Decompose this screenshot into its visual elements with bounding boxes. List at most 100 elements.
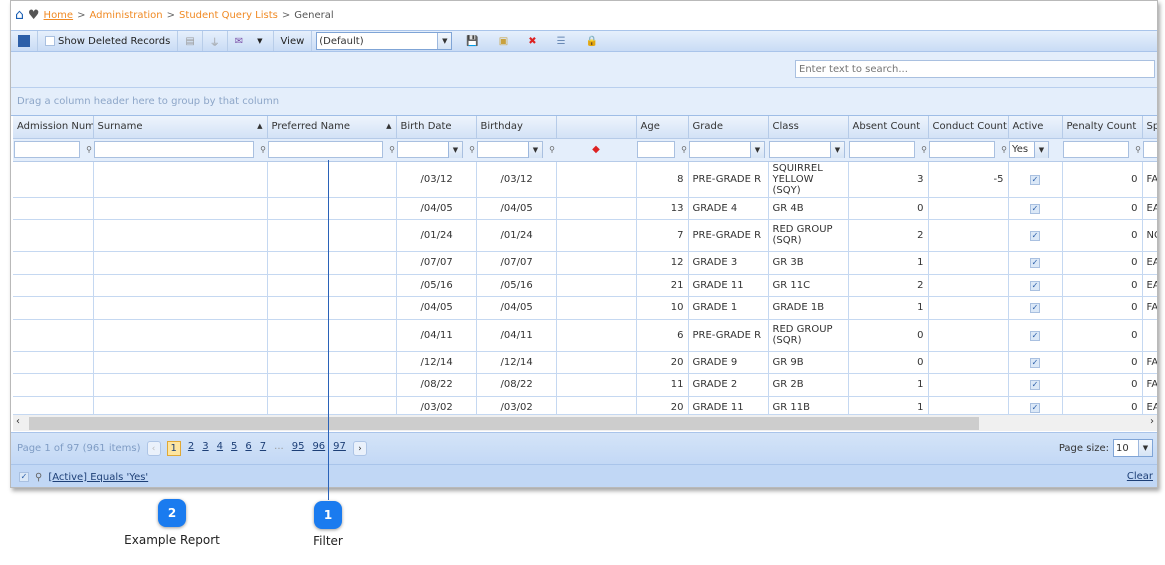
scroll-left-icon[interactable]: ‹ — [16, 416, 20, 427]
sort-asc-icon[interactable]: ▲ — [386, 122, 391, 130]
page-link-2[interactable]: 2 — [187, 441, 195, 456]
new-view-icon[interactable]: ▣ — [499, 36, 508, 47]
column-header-preferred-name[interactable]: Preferred Name ▲ — [267, 116, 397, 139]
sort-asc-icon[interactable]: ▲ — [257, 122, 262, 130]
table-row[interactable]: /03/02/03/02 20GRADE 11GR 11B1 ✓ 0EA — [13, 396, 1157, 414]
filter-input-class[interactable]: ▼ — [769, 141, 845, 158]
column-header-active[interactable]: Active — [1008, 116, 1063, 139]
cell-conduct-count: -5 — [928, 161, 1009, 198]
group-by-panel[interactable]: Drag a column header here to group by th… — [11, 88, 1157, 116]
scrollbar-thumb[interactable] — [29, 417, 979, 430]
filter-options-icon[interactable]: ⚲ — [549, 145, 555, 154]
breadcrumb-administration[interactable]: Administration — [89, 10, 162, 21]
show-deleted-toggle[interactable]: Show Deleted Records — [38, 31, 179, 51]
column-header-age[interactable]: Age — [636, 116, 689, 139]
prev-page-button[interactable]: ‹ — [146, 441, 161, 456]
chevron-down-icon[interactable]: ▼ — [257, 37, 262, 45]
home-icon[interactable]: ⌂ — [15, 7, 24, 23]
column-header-grade[interactable]: Grade — [688, 116, 769, 139]
filter-options-icon[interactable]: ⚲ — [260, 145, 266, 154]
table-row[interactable]: /05/16/05/16 21GRADE 11GR 11C2 ✓ 0EA — [13, 274, 1157, 297]
breadcrumb-student-query-lists[interactable]: Student Query Lists — [179, 10, 278, 21]
page-link-95[interactable]: 95 — [291, 441, 306, 456]
filter-options-icon[interactable]: ⚲ — [389, 145, 395, 154]
filter-options-icon[interactable]: ⚲ — [469, 145, 475, 154]
search-input[interactable] — [795, 60, 1155, 78]
table-row[interactable]: /08/22/08/22 11GRADE 2GR 2B1 ✓ 0FA — [13, 373, 1157, 397]
view-select[interactable]: (Default) ▼ — [316, 32, 453, 50]
lock-icon[interactable]: 🔒 — [586, 36, 598, 47]
clear-filter-link[interactable]: Clear — [1127, 471, 1153, 482]
table-row[interactable]: /04/05/04/05 10GRADE 1GRADE 1B1 ✓ 0FA — [13, 296, 1157, 320]
filter-options-icon[interactable]: ⚲ — [1001, 145, 1007, 154]
page-size-select[interactable]: 10 ▼ — [1113, 439, 1153, 457]
table-row[interactable]: /03/12/03/12 8 PRE-GRADE R SQUIRREL YELLOW … — [13, 161, 1157, 198]
page-link-5[interactable]: 5 — [230, 441, 238, 456]
page-link-97[interactable]: 97 — [332, 441, 347, 456]
filter-input-preferred-name[interactable] — [268, 141, 383, 158]
filter-input-conduct-count[interactable] — [929, 141, 995, 158]
clear-filter-icon[interactable]: ◆ — [557, 144, 635, 155]
page-link-6[interactable]: 6 — [244, 441, 252, 456]
chevron-down-icon[interactable]: ▼ — [1034, 141, 1048, 158]
columns-icon[interactable]: ☰ — [557, 36, 566, 47]
cell-admission-numb — [13, 396, 94, 414]
filter-input-sp[interactable] — [1143, 141, 1157, 158]
filter-options-icon[interactable]: ⚲ — [1135, 145, 1141, 154]
column-header-surname[interactable]: Surname ▲ — [93, 116, 268, 139]
cell-admission-numb — [13, 373, 94, 397]
filter-options-icon[interactable]: ⚲ — [681, 145, 687, 154]
filter-input-active[interactable]: Yes ▼ — [1009, 141, 1049, 158]
chevron-down-icon[interactable]: ▼ — [750, 141, 764, 158]
column-header-birth-date[interactable]: Birth Date — [396, 116, 477, 139]
delete-view-icon[interactable]: ✖ — [528, 36, 536, 47]
table-row[interactable]: /07/07/07/07 12GRADE 3GR 3B1 ✓ 0EA — [13, 251, 1157, 275]
horizontal-scrollbar[interactable]: ‹ › — [13, 414, 1157, 431]
chevron-down-icon[interactable]: ▼ — [830, 141, 844, 158]
filter-input-birthday[interactable]: ▼ — [477, 141, 543, 158]
filter-input-admission-numb[interactable] — [14, 141, 80, 158]
chevron-down-icon[interactable]: ▼ — [448, 141, 462, 158]
show-deleted-checkbox[interactable] — [45, 36, 55, 46]
help-button[interactable] — [11, 31, 38, 51]
column-header-admission-numb[interactable]: Admission Numb — [13, 116, 94, 139]
filter-expression-link[interactable]: [Active] Equals 'Yes' — [48, 472, 148, 483]
page-link-4[interactable]: 4 — [216, 441, 224, 456]
table-row[interactable]: /12/14/12/1420GRADE 9GR 9B0✓0FA — [13, 351, 1157, 374]
filter-input-surname[interactable] — [94, 141, 254, 158]
favorite-heart-icon[interactable]: ♥ — [28, 8, 40, 23]
filter-input-absent-count[interactable] — [849, 141, 915, 158]
filter-button[interactable]: ⏚ — [203, 31, 228, 51]
filter-input-penalty-count[interactable] — [1063, 141, 1129, 158]
pager: Page 1 of 97 (961 items) ‹ 1 2 3 4 5 6 7... 95 9… — [11, 432, 1157, 464]
column-header-absent-count[interactable]: Absent Count — [848, 116, 929, 139]
save-view-icon[interactable]: 💾 — [466, 36, 478, 47]
filter-options-icon[interactable]: ⚲ — [86, 145, 92, 154]
page-link-7[interactable]: 7 — [259, 441, 267, 456]
export-button[interactable]: ✉ ▼ — [228, 31, 274, 51]
filter-input-grade[interactable]: ▼ — [689, 141, 765, 158]
chevron-down-icon[interactable]: ▼ — [528, 141, 542, 158]
next-page-button[interactable]: › — [352, 441, 367, 456]
column-title: Class — [772, 121, 799, 133]
table-row[interactable]: /04/05/04/0513GRADE 4GR 4B0✓0EA — [13, 197, 1157, 220]
column-header-class[interactable]: Class — [768, 116, 849, 139]
breadcrumb-current: General — [294, 9, 334, 21]
page-link-1[interactable]: 1 — [166, 441, 181, 456]
filter-enabled-checkbox[interactable]: ✓ — [19, 472, 29, 482]
column-header-birthday[interactable]: Birthday — [476, 116, 557, 139]
filter-input-age[interactable] — [637, 141, 675, 158]
filter-input-birth-date[interactable]: ▼ — [397, 141, 463, 158]
filter-options-icon[interactable]: ⚲ — [921, 145, 927, 154]
column-header-blank[interactable] — [556, 116, 637, 139]
breadcrumb-home[interactable]: Home — [44, 10, 74, 21]
page-link-96[interactable]: 96 — [311, 441, 326, 456]
column-header-penalty-count[interactable]: Penalty Count — [1062, 116, 1143, 139]
scroll-right-icon[interactable]: › — [1150, 416, 1154, 427]
layout-button[interactable]: ▤ — [178, 31, 203, 51]
column-header-conduct-count[interactable]: Conduct Count — [928, 116, 1009, 139]
table-row[interactable]: /04/11/04/11 6 PRE-GRADE R RED GROUP (SQR) 0… — [13, 319, 1157, 352]
column-header-sp[interactable]: Sp — [1142, 116, 1157, 139]
table-row[interactable]: /01/24/01/24 7 PRE-GRADE R RED GROUP (SQR) 2… — [13, 219, 1157, 252]
page-link-3[interactable]: 3 — [201, 441, 209, 456]
